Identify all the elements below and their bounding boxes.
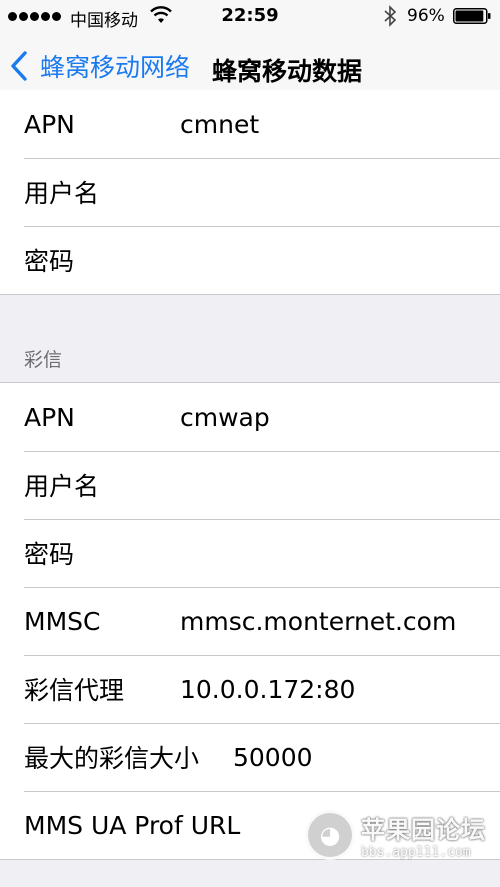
chevron-left-icon bbox=[11, 51, 27, 81]
page-title: 蜂窝移动数据 bbox=[212, 57, 363, 86]
row-label: APN bbox=[24, 109, 75, 139]
watermark-name: 苹果园论坛 bbox=[361, 816, 486, 844]
mms-username-row[interactable]: 用户名 bbox=[0, 451, 500, 519]
row-label: 密码 bbox=[24, 247, 75, 276]
back-button[interactable]: 蜂窝移动网络 bbox=[10, 48, 190, 84]
mmsc-row[interactable]: MMSC mmsc.monternet.com bbox=[0, 587, 500, 655]
username-row[interactable]: 用户名 bbox=[0, 158, 500, 226]
bluetooth-icon bbox=[384, 5, 397, 27]
apn-field[interactable]: cmnet bbox=[180, 110, 259, 139]
status-bar: 中国移动 22:59 96% bbox=[0, 0, 500, 34]
watermark: ◕ 苹果园论坛 bbs.app111.com bbox=[305, 800, 495, 870]
row-label: 用户名 bbox=[24, 179, 100, 208]
row-label: MMS UA Prof URL bbox=[24, 810, 241, 840]
apple-logo-icon: ◕ bbox=[305, 810, 355, 860]
row-label: 密码 bbox=[24, 540, 75, 569]
max-mms-size-field[interactable]: 50000 bbox=[233, 743, 313, 772]
section-header-mms: 彩信 bbox=[24, 349, 63, 371]
battery-icon bbox=[453, 8, 491, 24]
row-label: APN bbox=[24, 402, 75, 432]
watermark-url: bbs.app111.com bbox=[361, 845, 471, 860]
mms-proxy-row[interactable]: 彩信代理 10.0.0.172:80 bbox=[0, 655, 500, 723]
mms-password-row[interactable]: 密码 bbox=[0, 519, 500, 587]
battery-percent: 96% bbox=[407, 6, 445, 26]
row-label: 最大的彩信大小 bbox=[24, 744, 200, 773]
row-label: 彩信代理 bbox=[24, 676, 125, 705]
apn-row[interactable]: APN cmnet bbox=[0, 90, 500, 158]
cellular-data-group: APN cmnet 用户名 密码 bbox=[0, 90, 500, 295]
back-button-label: 蜂窝移动网络 bbox=[40, 53, 191, 82]
password-row[interactable]: 密码 bbox=[0, 226, 500, 294]
mms-apn-row[interactable]: APN cmwap bbox=[0, 383, 500, 451]
mmsc-field[interactable]: mmsc.monternet.com bbox=[180, 607, 456, 636]
mms-proxy-field[interactable]: 10.0.0.172:80 bbox=[180, 675, 355, 704]
mms-group: APN cmwap 用户名 密码 MMSC mmsc.monternet.com… bbox=[0, 382, 500, 860]
mms-apn-field[interactable]: cmwap bbox=[180, 403, 270, 432]
row-label: MMSC bbox=[24, 606, 101, 636]
row-label: 用户名 bbox=[24, 472, 100, 501]
max-mms-size-row[interactable]: 最大的彩信大小 50000 bbox=[0, 723, 500, 791]
